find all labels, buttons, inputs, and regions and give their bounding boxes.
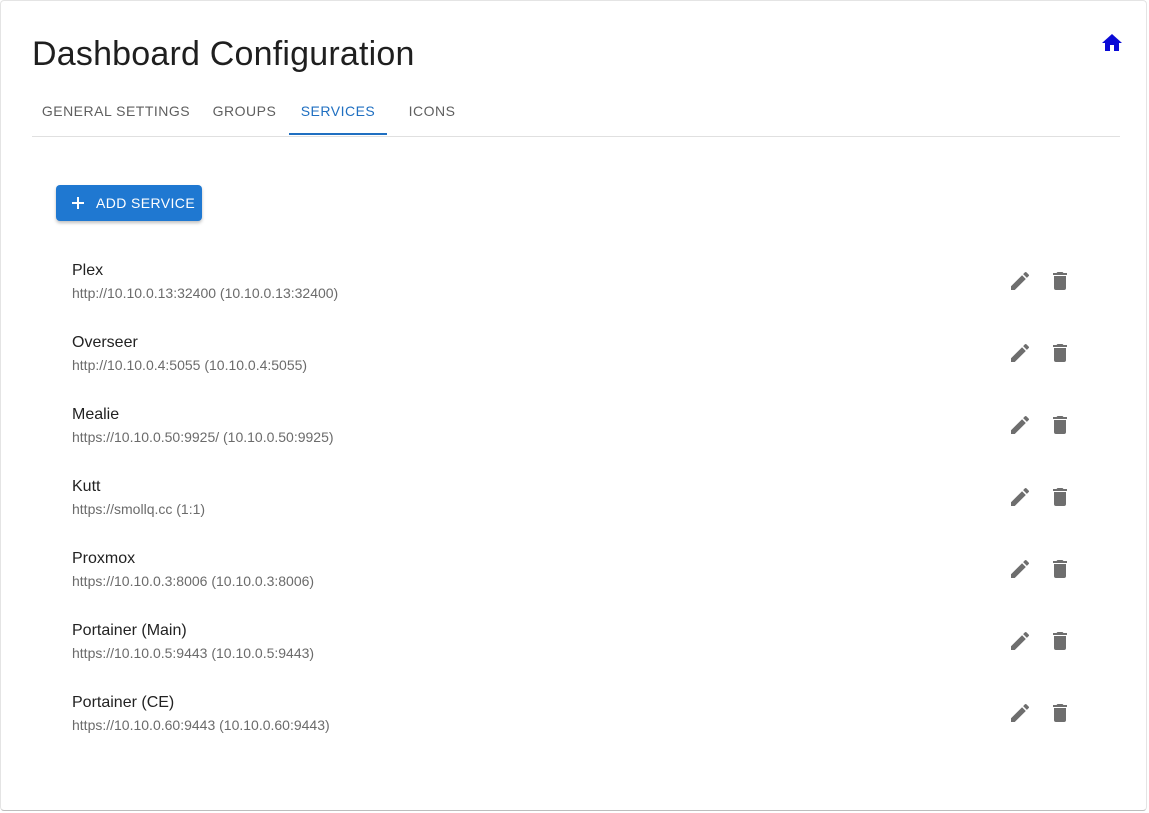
delete-button[interactable] <box>1048 557 1072 581</box>
service-name: Kutt <box>72 478 101 495</box>
service-url: https://10.10.0.5:9443 (10.10.0.5:9443) <box>72 645 315 661</box>
delete-button[interactable] <box>1048 413 1072 437</box>
tab-groups[interactable]: GROUPS <box>200 87 289 135</box>
config-card: Dashboard Configuration GENERAL SETTINGS… <box>0 0 1147 811</box>
pencil-icon <box>1008 413 1032 437</box>
pencil-icon <box>1008 269 1032 293</box>
delete-button[interactable] <box>1048 269 1072 293</box>
edit-button[interactable] <box>1008 269 1032 293</box>
service-item: Proxmox https://10.10.0.3:8006 (10.10.0.… <box>56 533 1096 605</box>
pencil-icon <box>1008 629 1032 653</box>
service-item: Portainer (Main) https://10.10.0.5:9443 … <box>56 605 1096 677</box>
service-name: Plex <box>72 262 104 279</box>
service-item: Portainer (CE) https://10.10.0.60:9443 (… <box>56 677 1096 749</box>
delete-button[interactable] <box>1048 701 1072 725</box>
edit-button[interactable] <box>1008 701 1032 725</box>
service-name: Overseer <box>72 334 138 351</box>
trash-icon <box>1048 413 1072 437</box>
service-name: Mealie <box>72 406 120 423</box>
service-name: Portainer (CE) <box>72 694 175 711</box>
pencil-icon <box>1008 557 1032 581</box>
service-item: Plex http://10.10.0.13:32400 (10.10.0.13… <box>56 245 1096 317</box>
service-item: Mealie https://10.10.0.50:9925/ (10.10.0… <box>56 389 1096 461</box>
service-url: https://smollq.cc (1:1) <box>72 501 206 517</box>
add-service-button[interactable]: ADD SERVICE <box>56 185 202 221</box>
service-url: https://10.10.0.50:9925/ (10.10.0.50:992… <box>72 429 334 445</box>
page-title: Dashboard Configuration <box>32 35 415 73</box>
edit-button[interactable] <box>1008 341 1032 365</box>
service-item: Overseer http://10.10.0.4:5055 (10.10.0.… <box>56 317 1096 389</box>
delete-button[interactable] <box>1048 629 1072 653</box>
trash-icon <box>1048 341 1072 365</box>
service-list: Plex http://10.10.0.13:32400 (10.10.0.13… <box>56 245 1096 749</box>
delete-button[interactable] <box>1048 485 1072 509</box>
service-url: https://10.10.0.60:9443 (10.10.0.60:9443… <box>72 717 330 733</box>
service-name: Portainer (Main) <box>72 622 187 639</box>
edit-button[interactable] <box>1008 557 1032 581</box>
service-url: http://10.10.0.13:32400 (10.10.0.13:3240… <box>72 285 339 301</box>
delete-button[interactable] <box>1048 341 1072 365</box>
trash-icon <box>1048 701 1072 725</box>
tab-general-settings[interactable]: GENERAL SETTINGS <box>32 87 200 135</box>
active-tab-indicator <box>289 133 387 135</box>
plus-icon <box>70 195 86 211</box>
pencil-icon <box>1008 701 1032 725</box>
service-url: https://10.10.0.3:8006 (10.10.0.3:8006) <box>72 573 315 589</box>
trash-icon <box>1048 557 1072 581</box>
trash-icon <box>1048 485 1072 509</box>
service-item: Kutt https://smollq.cc (1:1) <box>56 461 1096 533</box>
edit-button[interactable] <box>1008 485 1032 509</box>
service-name: Proxmox <box>72 550 136 567</box>
trash-icon <box>1048 269 1072 293</box>
tab-icons[interactable]: ICONS <box>387 87 477 135</box>
add-service-label: ADD SERVICE <box>96 195 196 211</box>
tab-bar: GENERAL SETTINGS GROUPS SERVICES ICONS <box>32 87 1120 137</box>
home-icon <box>1100 31 1124 55</box>
service-url: http://10.10.0.4:5055 (10.10.0.4:5055) <box>72 357 308 373</box>
edit-button[interactable] <box>1008 413 1032 437</box>
pencil-icon <box>1008 485 1032 509</box>
edit-button[interactable] <box>1008 629 1032 653</box>
home-button[interactable] <box>1100 31 1124 55</box>
pencil-icon <box>1008 341 1032 365</box>
trash-icon <box>1048 629 1072 653</box>
tab-services[interactable]: SERVICES <box>289 87 387 135</box>
